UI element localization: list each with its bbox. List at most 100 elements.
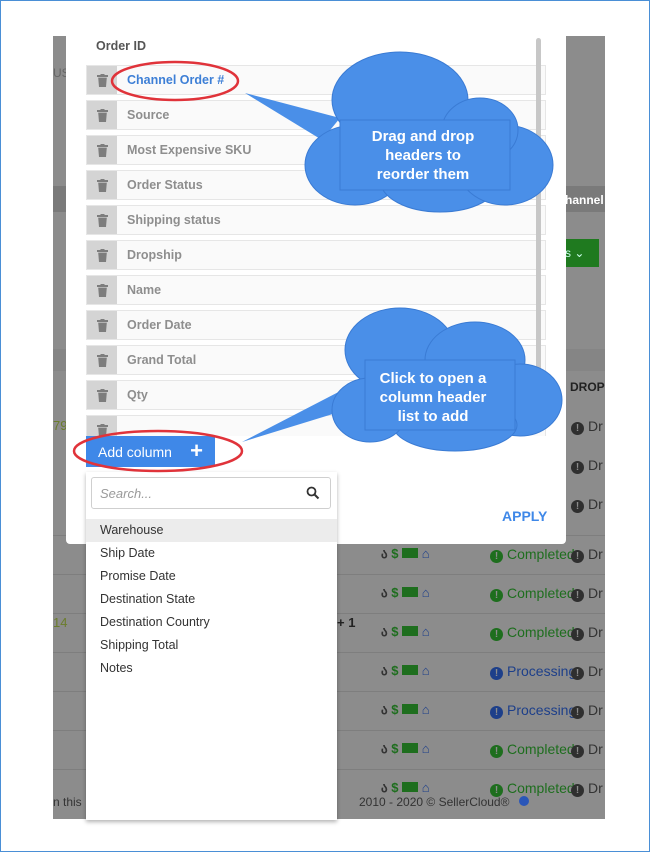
home-icon: ⌂ (421, 741, 430, 756)
column-row[interactable]: Name (86, 275, 546, 305)
alert-icon: ! (571, 667, 584, 680)
home-icon: ⌂ (421, 624, 430, 639)
dollar-icon: $ (391, 702, 399, 717)
alert-icon: ! (490, 667, 503, 680)
bg-row-status: ! Completed (490, 546, 575, 563)
column-row-label: Grand Total (127, 353, 197, 367)
fire-icon: ა (381, 702, 388, 717)
truck-icon (402, 782, 419, 792)
plus-icon: + (190, 438, 203, 463)
bg-row-icons: ა $ ⌂ (381, 585, 430, 601)
dropdown-option[interactable]: Promise Date (86, 565, 337, 588)
column-row-label: Order Status (127, 178, 203, 192)
search-icon[interactable] (306, 486, 320, 500)
trash-icon[interactable] (87, 416, 117, 436)
column-row-label: Qty (127, 388, 148, 402)
home-icon: ⌂ (421, 780, 430, 795)
trash-icon[interactable] (87, 66, 117, 94)
bg-row-dropship: ! Dr (571, 663, 603, 680)
bg-row-dropship: ! Dr (571, 780, 603, 797)
home-icon: ⌂ (421, 585, 430, 600)
callout-drag-text: Drag and drop headers to reorder them (371, 128, 475, 183)
alert-icon: ! (571, 589, 584, 602)
fire-icon: ა (381, 741, 388, 756)
fire-icon: ა (381, 624, 388, 639)
trash-icon[interactable] (87, 206, 117, 234)
column-row[interactable]: Dropship (86, 240, 546, 270)
fire-icon: ა (381, 663, 388, 678)
home-icon: ⌂ (421, 702, 430, 717)
trash-icon[interactable] (87, 136, 117, 164)
truck-icon (402, 587, 419, 597)
bg-row-status: ! Completed (490, 585, 575, 602)
add-column-button[interactable]: Add column + (86, 436, 215, 467)
column-settings-modal: Order ID Channel Order # Source Most Expen… (66, 36, 566, 544)
bg-row-dropship: ! Dr (571, 585, 603, 602)
dropdown-option[interactable]: Warehouse (86, 519, 337, 542)
chevron-down-icon: ⌄ (574, 246, 585, 260)
trash-icon[interactable] (87, 381, 117, 409)
home-icon: ⌂ (421, 663, 430, 678)
trash-icon[interactable] (87, 276, 117, 304)
search-input[interactable] (92, 478, 297, 508)
bg-row-icons: ა $ ⌂ (381, 663, 430, 679)
bg-row-dropship: ! Dr (571, 741, 603, 758)
bg-row-dropship: ! Dr (571, 546, 603, 563)
column-row[interactable]: Source (86, 100, 546, 130)
dollar-icon: $ (391, 663, 399, 678)
bg-dr: ! Dr (571, 496, 603, 513)
column-row[interactable]: Order Date (86, 310, 546, 340)
trash-icon[interactable] (87, 311, 117, 339)
fire-icon: ა (381, 546, 388, 561)
column-row-label: Dropship (127, 248, 182, 262)
bg-row-icons: ა $ ⌂ (381, 546, 430, 562)
info-icon (518, 796, 529, 806)
bg-row-status: ! Completed (490, 624, 575, 641)
truck-icon (402, 743, 419, 753)
dropdown-option[interactable]: Destination Country (86, 611, 337, 634)
dollar-icon: $ (391, 546, 399, 561)
order-id-header: Order ID (96, 39, 147, 53)
bg-row-icons: ა $ ⌂ (381, 741, 430, 757)
dropdown-option[interactable]: Ship Date (86, 542, 337, 565)
bg-row-status: ! Processing (490, 663, 576, 680)
dropdown-option[interactable]: Notes (86, 657, 337, 680)
dollar-icon: $ (391, 624, 399, 639)
alert-icon: ! (490, 628, 503, 641)
dollar-icon: $ (391, 780, 399, 795)
trash-icon[interactable] (87, 171, 117, 199)
bg-fragment: hannel (565, 193, 604, 207)
column-list-scrollbar[interactable] (536, 38, 541, 406)
bg-row-icons: ა $ ⌂ (381, 780, 430, 796)
column-row-label: Name (127, 283, 162, 297)
fire-icon: ა (381, 585, 388, 600)
alert-icon: ! (571, 745, 584, 758)
home-icon: ⌂ (421, 546, 430, 561)
column-row[interactable]: Channel Order # (86, 65, 546, 95)
alert-icon: ! (490, 745, 503, 758)
column-row-label: Order Date (127, 318, 192, 332)
search-box (91, 477, 331, 509)
alert-icon: ! (490, 550, 503, 563)
trash-icon[interactable] (87, 346, 117, 374)
column-row-label: Most Expensive SKU (127, 143, 252, 157)
bg-row-dropship: ! Dr (571, 624, 603, 641)
bg-dr: ! Dr (571, 418, 603, 435)
trash-icon[interactable] (87, 101, 117, 129)
alert-icon: ! (571, 628, 584, 641)
alert-icon: ! (571, 550, 584, 563)
dropdown-option[interactable]: Destination State (86, 588, 337, 611)
alert-icon: ! (490, 589, 503, 602)
dollar-icon: $ (391, 585, 399, 600)
bg-row-icons: ა $ ⌂ (381, 702, 430, 718)
dropdown-option[interactable]: Shipping Total (86, 634, 337, 657)
bg-row-status: ! Completed (490, 741, 575, 758)
trash-icon[interactable] (87, 241, 117, 269)
column-row-label: Channel Order # (127, 73, 225, 87)
apply-button[interactable]: APPLY (502, 508, 547, 524)
callout-click-text: Click to open a column header list to ad… (379, 370, 487, 425)
column-row-label: Source (127, 108, 170, 122)
bg-row-status: ! Processing (490, 702, 576, 719)
alert-icon: ! (490, 706, 503, 719)
column-row[interactable]: Shipping status (86, 205, 546, 235)
